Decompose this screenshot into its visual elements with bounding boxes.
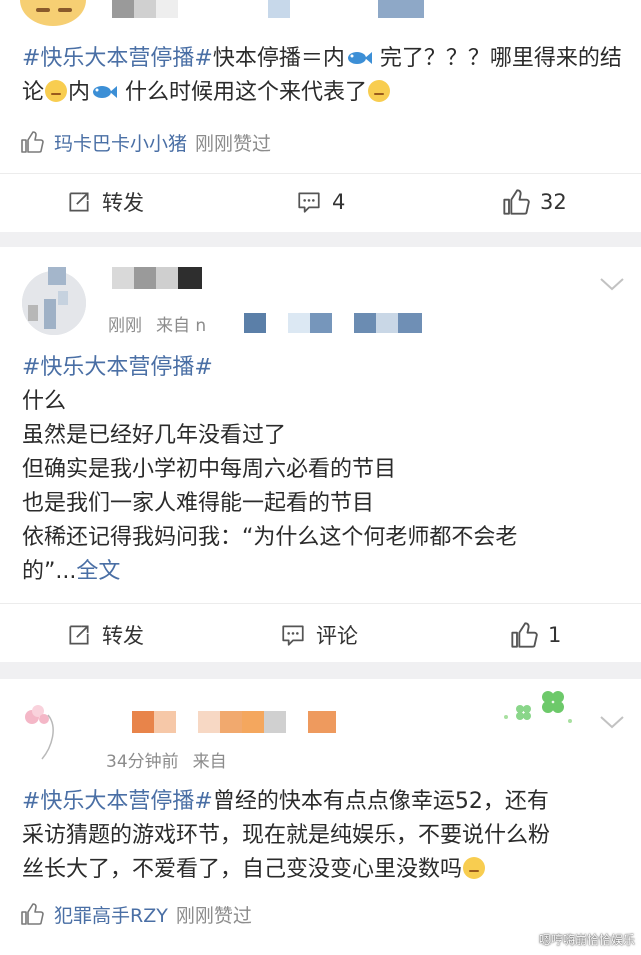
post-time: 34分钟前 — [106, 752, 179, 772]
liked-by-user[interactable]: 玛卡巴卡小小猪 — [54, 129, 187, 156]
like-button[interactable]: 1 — [510, 615, 561, 655]
thumb-up-icon — [511, 622, 538, 648]
read-more-link[interactable]: 全文 — [76, 559, 120, 584]
repost-button[interactable]: 转发 — [66, 182, 144, 222]
repost-icon — [69, 192, 89, 212]
chevron-down-icon[interactable] — [598, 713, 626, 731]
comment-label: 评论 — [316, 624, 358, 648]
chevron-down-icon[interactable] — [598, 275, 626, 293]
hashtag-link[interactable]: #快乐大本营停播# — [22, 46, 213, 71]
unamused-emoji-icon — [463, 857, 486, 879]
repost-label: 转发 — [102, 624, 144, 648]
username-mosaic[interactable] — [132, 711, 336, 733]
post-source: 来自 — [192, 752, 227, 772]
mosaic-block — [48, 267, 66, 285]
liked-by-suffix: 刚刚赞过 — [195, 132, 272, 155]
thinking-emoji-icon — [368, 80, 391, 102]
fish-emoji-icon — [93, 86, 118, 98]
source-mosaic — [244, 313, 424, 333]
repost-label: 转发 — [102, 191, 144, 215]
repost-button[interactable]: 转发 — [66, 615, 144, 655]
comment-button[interactable]: 4 — [296, 182, 345, 222]
username-mosaic — [112, 0, 178, 18]
liked-by-row: 玛卡巴卡小小猪 刚刚赞过 — [20, 127, 271, 157]
like-button[interactable]: 32 — [502, 182, 567, 222]
mosaic-block — [378, 0, 424, 18]
post-body: #快乐大本营停播# 什么 虽然是已经好几年没看过了 但确实是我小学初中每周六必看… — [22, 355, 518, 584]
post-card-3: 34分钟前 来自 #快乐大本营停播#曾经的快本有点点像幸运52，还有 采访猜题的… — [0, 679, 641, 955]
mosaic-block — [268, 0, 290, 18]
like-count: 1 — [548, 623, 562, 647]
liked-by-suffix: 刚刚赞过 — [175, 904, 252, 927]
comment-icon — [298, 192, 320, 213]
clover-badge-icon — [504, 691, 572, 723]
thumb-up-icon — [21, 903, 44, 925]
repost-icon — [69, 625, 89, 645]
liked-by-row: 犯罪高手RZY 刚刚赞过 — [20, 899, 252, 929]
comment-icon — [282, 625, 304, 646]
post-time: 刚刚 — [108, 316, 142, 336]
post-body: #快乐大本营停播#曾经的快本有点点像幸运52，还有 采访猜题的游戏环节，现在就是… — [22, 789, 551, 882]
comment-button[interactable]: 评论 — [280, 615, 358, 655]
divider — [0, 173, 641, 174]
fish-emoji-icon — [347, 52, 372, 64]
liked-by-user[interactable]: 犯罪高手RZY — [54, 901, 168, 928]
divider — [0, 603, 641, 604]
post-meta: 34分钟前 来自 — [106, 747, 227, 772]
post-body: #快乐大本营停播#快本停播＝内 完了？？？哪里得来的结论内 什么时候用这个来代表… — [22, 46, 622, 105]
avatar[interactable] — [18, 697, 84, 763]
comment-count: 4 — [332, 190, 346, 214]
hashtag-link[interactable]: #快乐大本营停播# — [22, 355, 213, 380]
watermark: 嗯哼嗨崩恰恰娱乐 — [538, 933, 635, 947]
username-mosaic[interactable] — [112, 267, 202, 289]
post-source: 来自 n — [156, 316, 207, 336]
hashtag-link[interactable]: #快乐大本营停播# — [22, 789, 213, 814]
thinking-emoji-icon — [45, 80, 68, 102]
post-card-2: 刚刚 来自 n #快乐大本营停播# 什么 虽然是已经好几年没看过了 但确实是我小… — [0, 247, 641, 662]
post-card-1: #快乐大本营停播#快本停播＝内 完了？？？哪里得来的结论内 什么时候用这个来代表… — [0, 0, 641, 232]
thumb-up-icon — [21, 131, 44, 153]
action-bar: 转发 4 32 — [0, 182, 641, 222]
action-bar: 转发 评论 1 — [0, 615, 641, 655]
thumb-up-icon — [503, 189, 530, 215]
like-count: 32 — [540, 190, 567, 214]
post-meta: 刚刚 来自 n — [108, 311, 206, 336]
avatar[interactable] — [20, 0, 86, 26]
